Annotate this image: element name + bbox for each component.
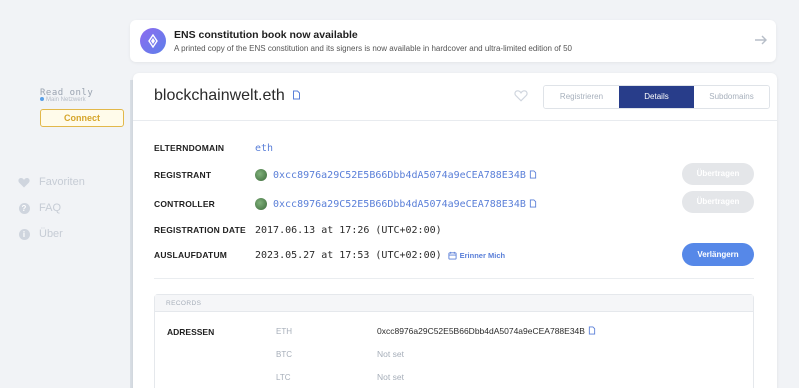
sidebar-item-favoriten[interactable]: Favoriten <box>18 169 85 195</box>
sidebar-item-label: Über <box>39 228 63 240</box>
registration-date-value: 2017.06.13 at 17:26 (UTC+02:00) <box>255 224 442 236</box>
registrant-label: REGISTRANT <box>154 170 212 180</box>
heart-icon <box>18 176 30 188</box>
avatar <box>255 169 267 181</box>
connect-button[interactable]: Connect <box>40 109 124 127</box>
favorite-heart-icon[interactable] <box>514 89 528 107</box>
remind-me-label: Erinner Mich <box>459 250 506 260</box>
network-status: Main Netzwerk <box>40 97 86 103</box>
divider <box>154 278 754 279</box>
parent-label: ELTERNDOMAIN <box>154 143 225 153</box>
remind-me-link[interactable]: Erinner Mich <box>448 251 505 260</box>
registration-date-row: REGISTRATION DATE 2017.06.13 at 17:26 (U… <box>154 220 442 240</box>
coin-label: LTC <box>276 372 291 382</box>
expiry-row: AUSLAUFDATUM 2023.05.27 at 17:53 (UTC+02… <box>154 245 505 265</box>
record-row-btc: BTC Not set <box>276 347 404 361</box>
expiry-label: AUSLAUFDATUM <box>154 250 228 260</box>
sidebar-item-label: FAQ <box>39 202 62 214</box>
renew-button[interactable]: Verlängern <box>682 243 754 266</box>
coin-label: BTC <box>276 349 292 359</box>
record-value: 0xcc8976a29C52E5B66Dbb4dA5074a9eCEA788E3… <box>377 326 585 336</box>
network-label: Main Netzwerk <box>46 97 86 103</box>
sidebar: Read only Main Netzwerk Connect Favorite… <box>0 0 130 388</box>
controller-address[interactable]: 0xcc8976a29C52E5B66Dbb4dA5074a9eCEA788E3… <box>273 199 526 210</box>
copy-icon[interactable] <box>529 166 537 184</box>
tab-subdomains[interactable]: Subdomains <box>694 86 769 108</box>
tab-registrieren[interactable]: Registrieren <box>544 86 619 108</box>
arrow-right-icon[interactable] <box>754 33 768 47</box>
sidebar-item-faq[interactable]: ? FAQ <box>18 195 85 221</box>
record-value: Not set <box>377 349 404 359</box>
question-icon: ? <box>18 202 30 214</box>
controller-label: CONTROLLER <box>154 199 216 209</box>
domain-name: blockchainwelt.eth <box>154 87 285 105</box>
record-value: Not set <box>377 372 404 382</box>
parent-link[interactable]: eth <box>255 143 273 154</box>
records-panel: RECORDS ADRESSEN ETH 0xcc8976a29C52E5B66… <box>154 294 754 388</box>
records-header: RECORDS <box>155 295 753 312</box>
domain-header: blockchainwelt.eth Registrieren Details … <box>133 73 777 121</box>
network-dot-icon <box>40 97 44 102</box>
record-row-ltc: LTC Not set <box>276 370 404 384</box>
copy-icon[interactable] <box>292 87 301 105</box>
coin-label: ETH <box>276 326 292 336</box>
transfer-controller-button[interactable]: Übertragen <box>682 191 754 213</box>
banner-title: ENS constitution book now available <box>174 29 358 41</box>
expiry-date-value: 2023.05.27 at 17:53 (UTC+02:00) <box>255 249 442 261</box>
domain-card: blockchainwelt.eth Registrieren Details … <box>133 73 777 388</box>
ens-logo-icon <box>140 28 166 54</box>
transfer-registrant-button[interactable]: Übertragen <box>682 163 754 185</box>
controller-row: CONTROLLER 0xcc8976a29C52E5B66Dbb4dA5074… <box>154 194 537 214</box>
addresses-label: ADRESSEN <box>167 327 215 337</box>
calendar-icon <box>448 251 457 260</box>
parent-row: ELTERNDOMAIN eth <box>154 138 273 158</box>
sidebar-nav: Favoriten ? FAQ i Über <box>18 169 85 247</box>
registrant-address[interactable]: 0xcc8976a29C52E5B66Dbb4dA5074a9eCEA788E3… <box>273 170 526 181</box>
record-row-eth: ETH 0xcc8976a29C52E5B66Dbb4dA5074a9eCEA7… <box>276 324 596 338</box>
avatar <box>255 198 267 210</box>
registrant-row: REGISTRANT 0xcc8976a29C52E5B66Dbb4dA5074… <box>154 165 537 185</box>
copy-icon[interactable] <box>529 195 537 213</box>
sidebar-item-ueber[interactable]: i Über <box>18 221 85 247</box>
sidebar-item-label: Favoriten <box>39 176 85 188</box>
domain-tabs: Registrieren Details Subdomains <box>543 85 770 109</box>
banner-subtitle: A printed copy of the ENS constitution a… <box>174 44 572 53</box>
info-icon: i <box>18 228 30 240</box>
tab-details[interactable]: Details <box>619 86 694 108</box>
copy-icon[interactable] <box>588 322 596 340</box>
registration-date-label: REGISTRATION DATE <box>154 225 246 235</box>
domain-title: blockchainwelt.eth <box>154 87 301 105</box>
announcement-banner[interactable]: ENS constitution book now available A pr… <box>130 20 776 62</box>
